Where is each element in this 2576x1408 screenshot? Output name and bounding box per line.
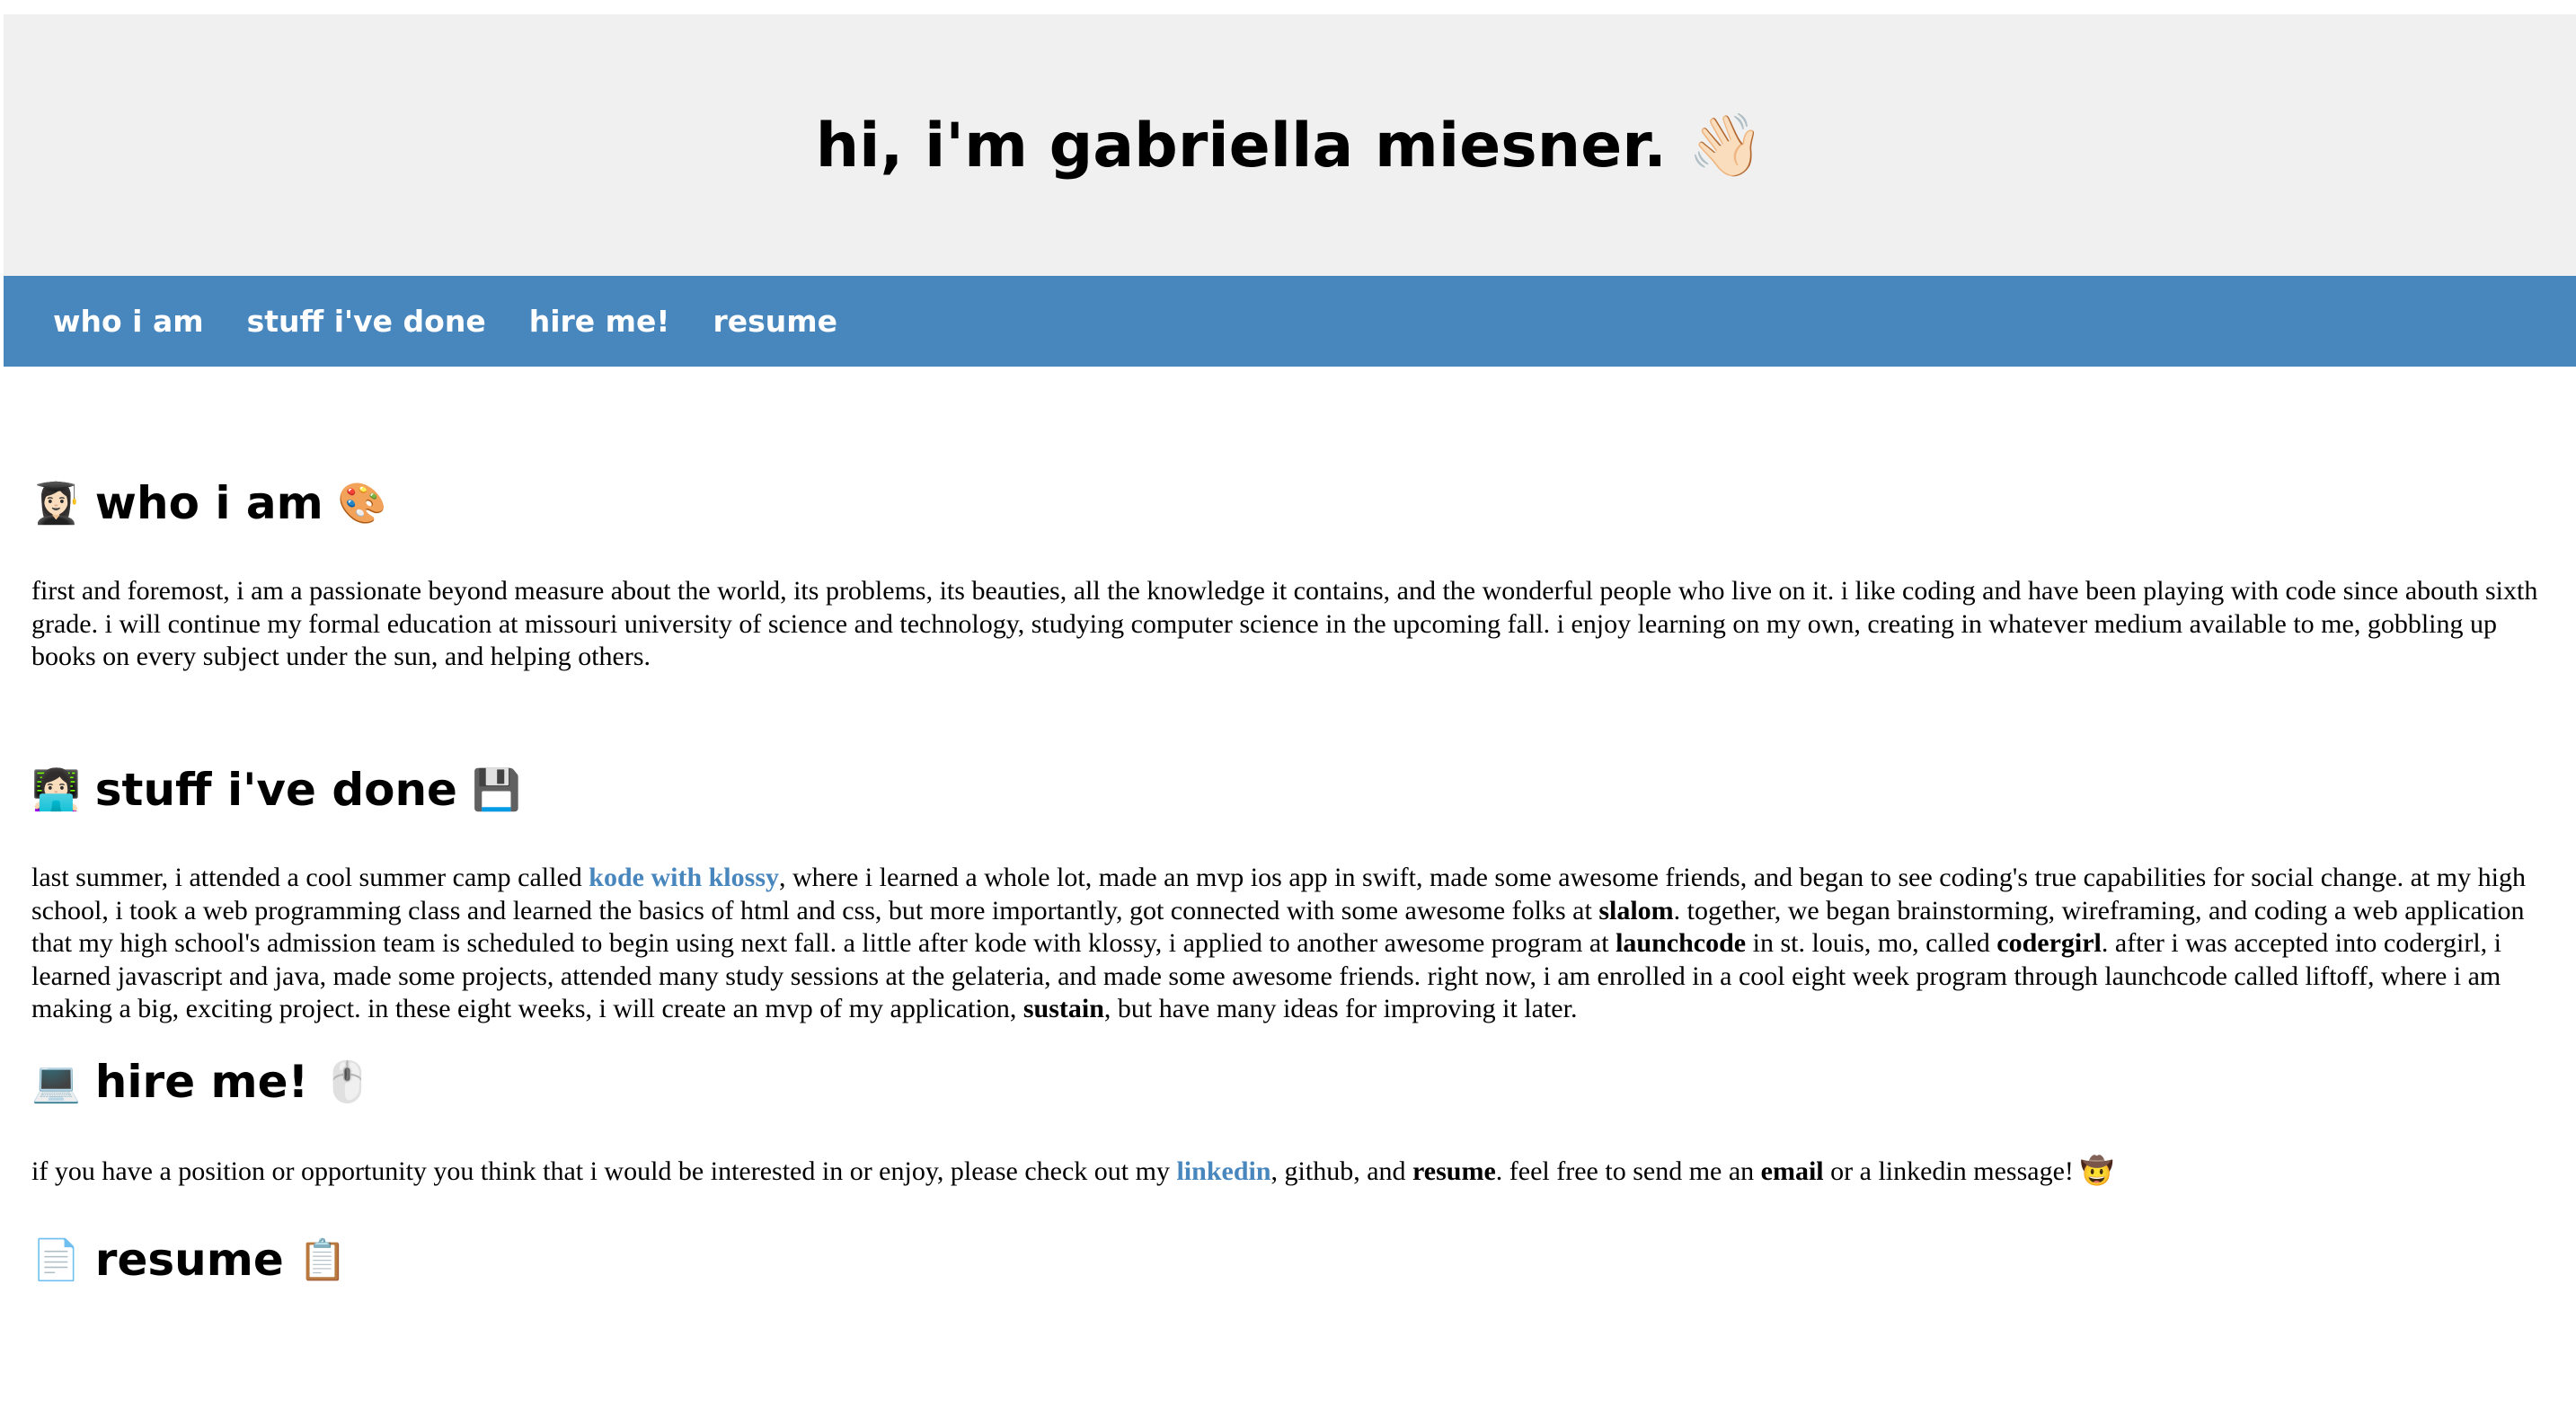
who-i-am-paragraph: first and foremost, i am a passionate be… — [31, 576, 2538, 671]
text-run: in st. louis, mo, called — [1746, 928, 1997, 958]
codergirl-bold: codergirl — [1996, 928, 2102, 958]
palette-emoji-icon: 🎨 — [337, 481, 387, 527]
nav-bar: who i am stuff i've done hire me! resume — [4, 276, 2576, 367]
student-emoji-icon: 👩🏻‍🎓 — [31, 481, 81, 527]
stuff-ive-done-paragraph: last summer, i attended a cool summer ca… — [31, 862, 2547, 1026]
text-run: or a linkedin message! 🤠 — [1823, 1156, 2114, 1186]
nav-link-who-i-am[interactable]: who i am — [53, 304, 204, 339]
page: hi, i'm gabriella miesner. 👋🏻 who i am s… — [0, 0, 2576, 1408]
clipboard-emoji-icon: 📋 — [297, 1237, 348, 1283]
section-title: stuff i've done — [94, 764, 457, 816]
section-who-i-am: 👩🏻‍🎓 who i am 🎨 first and foremost, i am… — [31, 476, 2547, 674]
text-run: . feel free to send me an — [1495, 1156, 1761, 1186]
text-run: if you have a position or opportunity yo… — [31, 1156, 1177, 1186]
section-title: who i am — [94, 477, 323, 529]
page-emoji-icon: 📄 — [31, 1237, 81, 1283]
section-heading-who-i-am: 👩🏻‍🎓 who i am 🎨 — [31, 476, 2547, 530]
section-stuff-ive-done: 👩🏻‍💻 stuff i've done 💾 last summer, i at… — [31, 763, 2547, 1026]
mouse-emoji-icon: 🖱️ — [323, 1059, 373, 1105]
resume-bold: resume — [1412, 1156, 1496, 1186]
laptop-emoji-icon: 💻 — [31, 1059, 81, 1105]
kode-with-klossy-link[interactable]: kode with klossy — [589, 863, 779, 892]
site-title: hi, i'm gabriella miesner. 👋🏻 — [815, 110, 1765, 182]
hire-me-paragraph: if you have a position or opportunity yo… — [31, 1156, 2114, 1189]
linkedin-link[interactable]: linkedin — [1176, 1156, 1270, 1186]
section-heading-resume: 📄 resume 📋 — [31, 1233, 348, 1287]
section-title: hire me! — [94, 1056, 309, 1108]
launchcode-bold: launchcode — [1616, 928, 1747, 958]
section-heading-stuff-ive-done: 👩🏻‍💻 stuff i've done 💾 — [31, 763, 2547, 817]
text-run: , github, and — [1270, 1156, 1413, 1186]
text-run: , but have many ideas for improving it l… — [1103, 994, 1578, 1023]
email-bold: email — [1760, 1156, 1824, 1186]
section-hire-me: 💻 hire me! 🖱️ if you have a position or … — [31, 1055, 2114, 1189]
sustain-bold: sustain — [1022, 994, 1104, 1023]
section-heading-hire-me: 💻 hire me! 🖱️ — [31, 1055, 2114, 1109]
text-run: last summer, i attended a cool summer ca… — [31, 863, 589, 892]
site-header: hi, i'm gabriella miesner. 👋🏻 — [4, 14, 2576, 276]
nav-link-stuff-ive-done[interactable]: stuff i've done — [247, 304, 486, 339]
slalom-bold: slalom — [1598, 895, 1674, 925]
nav-link-resume[interactable]: resume — [713, 304, 838, 339]
technologist-emoji-icon: 👩🏻‍💻 — [31, 767, 81, 813]
nav-link-hire-me[interactable]: hire me! — [529, 304, 670, 339]
floppy-disk-emoji-icon: 💾 — [471, 767, 521, 813]
section-title: resume — [94, 1234, 284, 1286]
section-resume: 📄 resume 📋 — [31, 1233, 348, 1287]
